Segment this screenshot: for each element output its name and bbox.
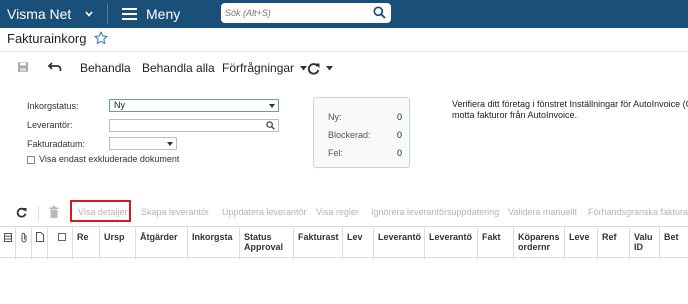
inquiries-label: Förfrågningar (222, 61, 295, 75)
grid-col-select-all[interactable] (48, 227, 73, 259)
grid-col-header[interactable]: Ursp (100, 227, 136, 259)
search-icon[interactable] (266, 121, 275, 130)
grid-header: Re Ursp Åtgärder Inkorgsta Status Approv… (0, 226, 688, 259)
ignore-supplier-update-button[interactable]: Ignorera leverantörsuppdatering (371, 207, 499, 217)
caret-down-icon (326, 66, 334, 71)
delete-icon[interactable] (49, 206, 59, 218)
divider (107, 4, 108, 24)
save-icon[interactable] (17, 61, 29, 73)
grid-col-header[interactable]: Valu ID (630, 227, 660, 259)
grid-col-header[interactable]: Leverantö (425, 227, 478, 259)
status-count-panel: Ny: 0 Blockerad: 0 Fel: 0 (313, 97, 410, 168)
grid-col-header[interactable]: Lev (343, 227, 374, 259)
count-row-new: Ny: 0 (328, 112, 402, 122)
chevron-down-icon[interactable] (84, 9, 94, 19)
highlight-box (70, 200, 131, 222)
grid-col-header[interactable]: Åtgärder (136, 227, 188, 259)
inbox-status-label: Inkorgstatus: (27, 101, 79, 111)
grid-col-attachment[interactable] (16, 227, 32, 259)
inquiries-menu[interactable]: Förfrågningar (222, 57, 308, 79)
search-input[interactable] (221, 3, 371, 23)
update-supplier-button[interactable]: Uppdatera leverantör (222, 207, 307, 217)
document-icon (36, 232, 44, 242)
invoice-date-label: Fakturadatum: (27, 139, 86, 149)
hamburger-icon (122, 8, 137, 20)
excluded-only-label: Visa endast exkluderade dokument (39, 154, 180, 164)
page-title: Fakturainkorg (7, 31, 87, 46)
invoice-date-select[interactable] (109, 137, 177, 150)
refresh-icon[interactable] (16, 207, 27, 218)
count-row-error: Fel: 0 (328, 148, 402, 158)
grid-col-header[interactable]: Status Approval (240, 227, 294, 259)
grid-col-header[interactable]: Inkorgsta (188, 227, 240, 259)
search-icon[interactable] (373, 6, 386, 19)
grid-col-document[interactable] (32, 227, 48, 259)
process-button[interactable]: Behandla (80, 57, 131, 79)
divider (38, 206, 39, 220)
grid-col-header[interactable]: Bet (660, 227, 688, 259)
supplier-field[interactable] (109, 119, 279, 132)
select-all-checkbox[interactable] (58, 233, 66, 241)
preview-invoice-button[interactable]: Förhandsgranska faktura (588, 207, 688, 217)
grid-col-header[interactable]: Fakt (478, 227, 514, 259)
grid-col-info[interactable] (0, 227, 16, 259)
divider (0, 51, 688, 52)
menu-label: Meny (146, 6, 181, 22)
validate-manually-button[interactable]: Validera manuellt (508, 207, 577, 217)
inbox-status-value: Ny (114, 100, 125, 110)
table-icon (4, 233, 12, 242)
grid-col-header[interactable]: Ref (598, 227, 630, 259)
caret-down-icon (269, 104, 275, 108)
brand-name[interactable]: Visma Net (7, 0, 71, 28)
grid-col-header[interactable]: Köparens ordernr (514, 227, 565, 259)
grid-col-header[interactable]: Leverantö (374, 227, 425, 259)
favorite-star-icon[interactable] (94, 31, 108, 45)
process-all-button[interactable]: Behandla alla (142, 57, 215, 79)
refresh-icon (307, 63, 320, 75)
create-supplier-button[interactable]: Skapa leverantör (141, 207, 209, 217)
show-rules-button[interactable]: Visa regler (316, 207, 359, 217)
undo-icon[interactable] (48, 61, 62, 73)
supplier-label: Leverantör: (27, 120, 73, 130)
main-toolbar: Behandla Behandla alla Förfrågningar (0, 57, 688, 79)
autoinvoice-notice: Verifiera ditt företag i fönstret Instäl… (452, 99, 688, 120)
paperclip-icon (21, 232, 27, 243)
count-row-blocked: Blockerad: 0 (328, 130, 402, 140)
grid-col-header[interactable]: Fakturast (294, 227, 343, 259)
inbox-status-select[interactable]: Ny (109, 99, 279, 112)
caret-down-icon (167, 142, 173, 146)
search-box[interactable] (221, 3, 391, 23)
top-bar: Visma Net Meny (0, 0, 688, 28)
grid-col-header[interactable]: Leve (565, 227, 598, 259)
grid-col-header[interactable]: Re (73, 227, 100, 259)
excluded-only-checkbox[interactable] (27, 156, 35, 164)
refresh-menu[interactable] (307, 57, 334, 79)
menu-button[interactable]: Meny (122, 0, 180, 28)
